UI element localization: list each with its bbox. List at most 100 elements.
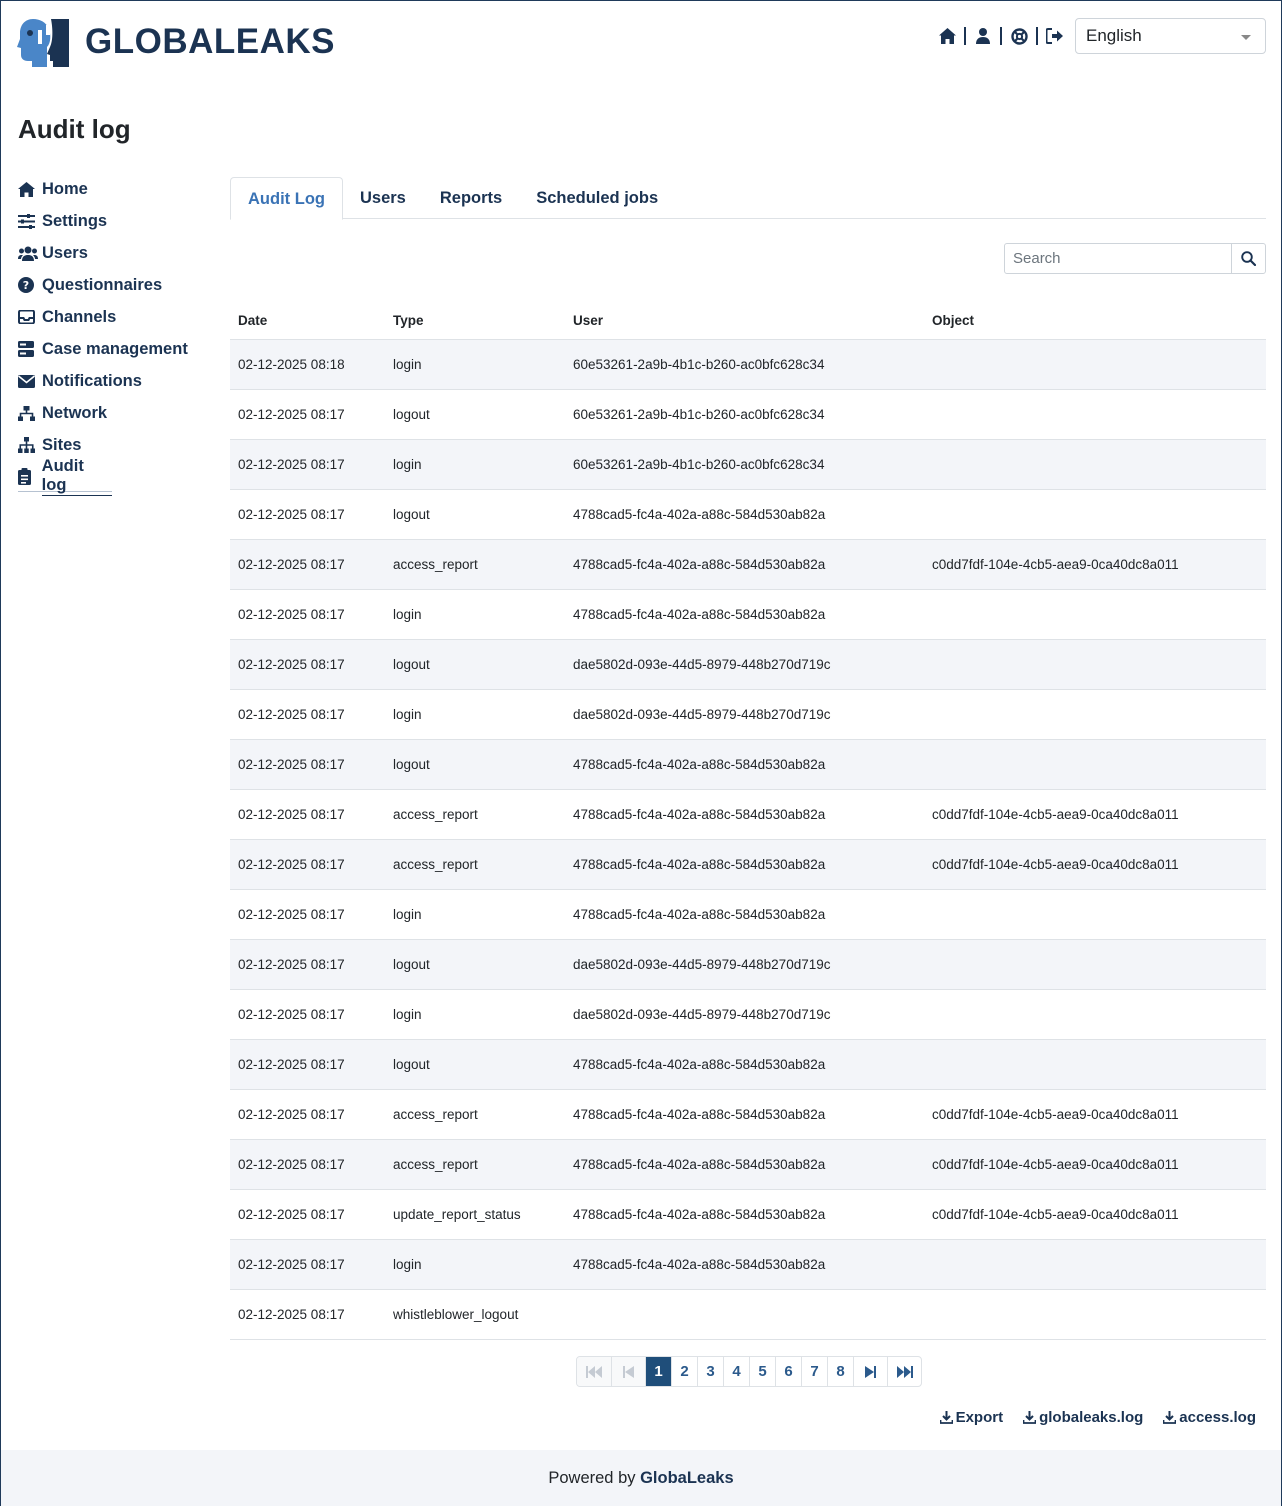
cell-user: 4788cad5-fc4a-402a-a88c-584d530ab82a — [565, 1089, 924, 1140]
search-input[interactable] — [1005, 244, 1231, 273]
home-icon[interactable] — [937, 26, 957, 46]
download-icon — [1023, 1411, 1037, 1424]
table-row: 02-12-2025 08:17 login dae5802d-093e-44d5-… — [230, 989, 1266, 1040]
tab-bar: Audit Log Users Reports Scheduled jobs — [230, 177, 1266, 220]
cell-date: 02-12-2025 08:17 — [230, 439, 385, 490]
table-row: 02-12-2025 08:17 access_report 4788cad5-fc… — [230, 1089, 1266, 1140]
cell-user: 4788cad5-fc4a-402a-a88c-584d530ab82a — [565, 539, 924, 590]
top-nav — [937, 25, 1065, 47]
table-row: 02-12-2025 08:17 login 4788cad5-fc4a-402a-… — [230, 889, 1266, 940]
column-header-type[interactable]: Type — [385, 303, 565, 340]
download-links: Export globaleaks.log access.log — [920, 1409, 1256, 1426]
cell-object — [924, 1289, 1266, 1340]
cell-object — [924, 639, 1266, 690]
table-row: 02-12-2025 08:17 access_report 4788cad5-fc… — [230, 539, 1266, 590]
cell-type: logout — [385, 489, 565, 540]
tab-users[interactable]: Users — [343, 177, 423, 219]
sidebar-item-questionnaires[interactable]: ? Questionnaires — [18, 269, 218, 301]
page-3-button[interactable]: 3 — [697, 1357, 723, 1386]
sidebar-item-label: Case management — [42, 339, 188, 358]
page-1-button[interactable]: 1 — [645, 1357, 671, 1386]
cell-user — [565, 1289, 924, 1340]
sidebar-item-channels[interactable]: Channels — [18, 301, 218, 333]
sidebar-item-home[interactable]: Home — [18, 173, 218, 205]
divider — [1036, 27, 1038, 45]
page-5-button[interactable]: 5 — [749, 1357, 775, 1386]
page-4-button[interactable]: 4 — [723, 1357, 749, 1386]
cell-type: login — [385, 439, 565, 490]
sidebar-item-label: Notifications — [42, 371, 142, 390]
globaleaks-logo-icon — [17, 19, 69, 67]
header: GLOBALEAKS English — [1, 1, 1281, 91]
logo[interactable]: GLOBALEAKS — [17, 17, 335, 67]
last-page-button[interactable] — [887, 1357, 921, 1386]
table-row: 02-12-2025 08:17 whistleblower_logout — [230, 1289, 1266, 1340]
cell-object: c0dd7fdf-104e-4cb5-aea9-0ca40dc8a011 — [924, 539, 1266, 590]
cell-object — [924, 339, 1266, 390]
step-backward-icon — [623, 1365, 634, 1378]
cell-date: 02-12-2025 08:17 — [230, 589, 385, 640]
tab-audit-log[interactable]: Audit Log — [230, 177, 343, 220]
server-icon — [18, 340, 38, 358]
cell-date: 02-12-2025 08:17 — [230, 639, 385, 690]
help-icon[interactable] — [1009, 26, 1029, 46]
cell-object — [924, 1039, 1266, 1090]
table-row: 02-12-2025 08:17 login 4788cad5-fc4a-402a-… — [230, 1239, 1266, 1290]
cell-user: dae5802d-093e-44d5-8979-448b270d719c — [565, 989, 924, 1040]
cell-type: access_report — [385, 789, 565, 840]
cell-date: 02-12-2025 08:17 — [230, 939, 385, 990]
sidebar-item-label: Home — [42, 179, 88, 198]
cell-user: 4788cad5-fc4a-402a-a88c-584d530ab82a — [565, 1239, 924, 1290]
cell-object — [924, 989, 1266, 1040]
page-6-button[interactable]: 6 — [775, 1357, 801, 1386]
column-header-date[interactable]: Date — [230, 303, 385, 340]
cell-user: 4788cad5-fc4a-402a-a88c-584d530ab82a — [565, 789, 924, 840]
column-header-user[interactable]: User — [565, 303, 924, 340]
sidebar-item-label: Settings — [42, 211, 108, 230]
next-page-button[interactable] — [853, 1357, 887, 1386]
cell-type: login — [385, 1239, 565, 1290]
page-8-button[interactable]: 8 — [827, 1357, 853, 1386]
sign-out-icon[interactable] — [1045, 26, 1065, 46]
sidebar-item-users[interactable]: Users — [18, 237, 218, 269]
network-icon — [18, 404, 38, 422]
pagination: 1 2 3 4 5 6 7 8 — [576, 1356, 922, 1387]
table-row: 02-12-2025 08:18 login 60e53261-2a9b-4b1c-… — [230, 339, 1266, 390]
cell-type: access_report — [385, 839, 565, 890]
search-button[interactable] — [1231, 244, 1265, 273]
globaleaks-log-link[interactable]: globaleaks.log — [1023, 1409, 1143, 1426]
search-icon — [1241, 251, 1256, 266]
sidebar-item-network[interactable]: Network — [18, 397, 218, 429]
user-icon[interactable] — [973, 26, 993, 46]
cell-date: 02-12-2025 08:17 — [230, 539, 385, 590]
footer-brand-link[interactable]: GlobaLeaks — [640, 1469, 734, 1487]
column-header-object[interactable]: Object — [924, 303, 1266, 340]
cell-user: 4788cad5-fc4a-402a-a88c-584d530ab82a — [565, 739, 924, 790]
tab-reports[interactable]: Reports — [423, 177, 519, 219]
previous-page-button[interactable] — [611, 1357, 645, 1386]
first-page-button[interactable] — [577, 1357, 611, 1386]
cell-object: c0dd7fdf-104e-4cb5-aea9-0ca40dc8a011 — [924, 1189, 1266, 1240]
page-2-button[interactable]: 2 — [671, 1357, 697, 1386]
sidebar-item-audit-log[interactable]: Audit log — [18, 457, 112, 496]
access-log-link[interactable]: access.log — [1163, 1409, 1256, 1426]
language-select[interactable]: English — [1075, 18, 1266, 54]
cell-type: login — [385, 589, 565, 640]
table-row: 02-12-2025 08:17 logout 4788cad5-fc4a-402a… — [230, 739, 1266, 790]
table-row: 02-12-2025 08:17 access_report 4788cad5-fc… — [230, 839, 1266, 890]
sidebar-item-settings[interactable]: Settings — [18, 205, 218, 237]
sidebar-item-case-management[interactable]: Case management — [18, 333, 218, 365]
page-7-button[interactable]: 7 — [801, 1357, 827, 1386]
sidebar-item-label: Users — [42, 243, 88, 262]
cell-user: dae5802d-093e-44d5-8979-448b270d719c — [565, 689, 924, 740]
cell-user: 4788cad5-fc4a-402a-a88c-584d530ab82a — [565, 889, 924, 940]
tab-scheduled-jobs[interactable]: Scheduled jobs — [519, 177, 675, 219]
cell-date: 02-12-2025 08:17 — [230, 739, 385, 790]
sidebar-item-notifications[interactable]: Notifications — [18, 365, 218, 397]
table-row: 02-12-2025 08:17 update_report_status 4788… — [230, 1189, 1266, 1240]
sidebar-item-label: Audit log — [41, 457, 112, 496]
cell-type: whistleblower_logout — [385, 1289, 565, 1340]
table-row: 02-12-2025 08:17 logout 4788cad5-fc4a-402a… — [230, 489, 1266, 540]
export-link[interactable]: Export — [939, 1409, 1003, 1426]
cell-user: 4788cad5-fc4a-402a-a88c-584d530ab82a — [565, 589, 924, 640]
